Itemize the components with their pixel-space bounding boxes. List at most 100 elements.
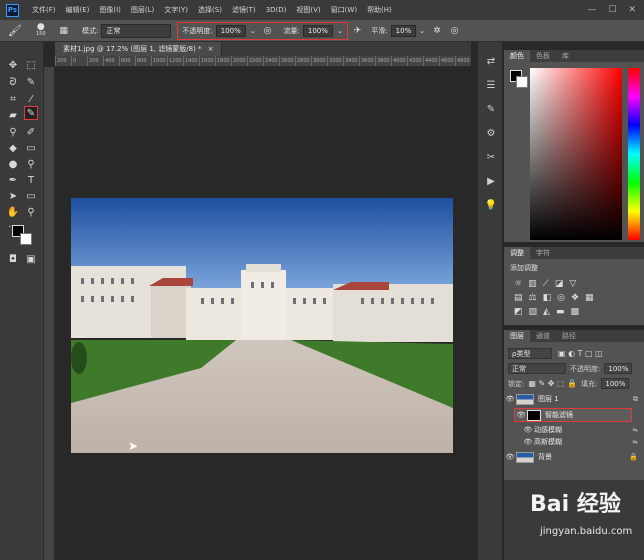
menu-type[interactable]: 文字(Y) [159,5,193,15]
tool-presets-icon[interactable]: ✂ [484,150,498,164]
tab-swatches[interactable]: 色板 [530,50,556,62]
gradient-map-icon[interactable]: ▬ [556,307,565,317]
gear-icon[interactable]: ✲ [433,26,441,36]
tab-paths[interactable]: 路径 [556,330,582,342]
pen-tool-icon[interactable]: ✒ [6,173,20,187]
eyedropper-tool-icon[interactable]: ⁄ [24,92,38,106]
menu-window[interactable]: 窗口(W) [326,5,362,15]
rectangle-tool-icon[interactable]: ▭ [24,189,38,203]
history-panel-icon[interactable]: ⇄ [484,54,498,68]
brush-settings-icon[interactable]: ▦ [60,26,69,36]
lasso-tool-icon[interactable]: ᘐ [6,75,20,89]
posterize-icon[interactable]: ▨ [529,307,538,317]
quick-mask-icon[interactable]: ◘ [6,252,20,266]
selective-color-icon[interactable]: ▩ [570,307,579,317]
black-white-icon[interactable]: ◧ [543,293,552,303]
screen-mode-icon[interactable]: ▣ [24,252,38,266]
eye-icon[interactable]: 👁 [504,395,516,403]
history-brush-tool-icon[interactable]: ✐ [24,125,38,139]
maximize-icon[interactable]: ☐ [608,5,616,15]
layer-filter-icons[interactable]: ▣ ◐ T ▢ ◫ [558,349,603,358]
layers-opacity-field[interactable]: 100% [604,363,633,374]
close-tab-icon[interactable]: × [208,45,214,53]
layer-row[interactable]: 👁 智能滤镜 [514,408,632,422]
invert-icon[interactable]: ◩ [514,307,523,317]
filter-options-icon[interactable]: ≒ [632,426,644,434]
airbrush-icon[interactable]: ✈ [354,26,362,36]
levels-icon[interactable]: ▥ [528,279,537,289]
layer-row[interactable]: 👁 图层 1 ⧉ [504,392,644,406]
chevron-down-icon[interactable]: ⌄ [250,27,256,35]
color-balance-icon[interactable]: ⚖ [529,293,537,303]
brightness-icon[interactable]: ☼ [514,279,522,289]
channel-mixer-icon[interactable]: ❖ [571,293,579,303]
blur-tool-icon[interactable]: ● [6,157,20,171]
clone-source-icon[interactable]: ⚙ [484,126,498,140]
layer-row[interactable]: 👁 高斯模糊 ≒ [522,435,644,449]
brush-panel-icon[interactable]: ✎ [484,102,498,116]
curves-icon[interactable]: ⟋ [543,279,549,289]
tab-channels[interactable]: 通道 [530,330,556,342]
menu-filter[interactable]: 滤镜(T) [227,5,261,15]
photo-filter-icon[interactable]: ◎ [557,293,565,303]
hue-slider[interactable] [628,68,640,240]
mode-select[interactable]: 正常 [101,23,172,38]
zoom-tool-icon[interactable]: ⚲ [24,205,38,219]
exposure-icon[interactable]: ◪ [555,279,564,289]
tab-library[interactable]: 库 [556,50,575,62]
menu-file[interactable]: 文件(F) [27,5,61,15]
type-tool-icon[interactable]: T [24,173,38,187]
menu-layer[interactable]: 图层(L) [126,5,159,15]
opacity-field[interactable]: 100% [215,24,246,37]
actions-play-icon[interactable]: ▶ [484,174,498,188]
menu-view[interactable]: 视图(V) [291,5,325,15]
healing-brush-tool-icon[interactable]: ▰ [6,108,20,122]
tab-character[interactable]: 字符 [530,247,556,259]
flow-field[interactable]: 100% [302,24,333,37]
brush-tool-icon[interactable]: ✎ [24,106,38,120]
layer-row[interactable]: 👁 背景 🔒 [504,450,644,464]
flow-chevron-icon[interactable]: ⌄ [337,27,343,35]
eraser-tool-icon[interactable]: ◆ [6,141,20,155]
quick-select-tool-icon[interactable]: ✎ [24,75,38,89]
eye-icon[interactable]: 👁 [522,426,534,434]
pressure-opacity-icon[interactable]: ◎ [264,26,272,36]
menu-image[interactable]: 图像(I) [94,5,126,15]
background-color-swatch[interactable] [20,233,32,245]
eye-icon[interactable]: 👁 [515,411,527,419]
brush-tool-icon[interactable]: 🖌 [8,24,22,37]
tab-adjustments[interactable]: 调整 [504,247,530,259]
tab-color[interactable]: 颜色 [504,50,530,62]
path-select-tool-icon[interactable]: ➤ [6,189,20,203]
eye-icon[interactable]: 👁 [504,453,516,461]
color-lookup-icon[interactable]: ▦ [585,293,594,303]
hand-tool-icon[interactable]: ✋ [6,205,20,219]
hue-saturation-icon[interactable]: ▤ [514,293,523,303]
menu-edit[interactable]: 编辑(E) [61,5,95,15]
layer-filter-kind-select[interactable]: ρ类型 [508,348,552,359]
minimize-icon[interactable]: — [587,5,596,15]
color-picker-field[interactable] [530,68,622,240]
clone-stamp-tool-icon[interactable]: ⚲ [6,125,20,139]
canvas-area[interactable]: ➤ [55,67,471,560]
document-tab[interactable]: 素材1.jpg @ 17.2% (图层 1, 滤镜蒙版/8) * × [55,42,223,56]
menu-select[interactable]: 选择(S) [193,5,227,15]
dodge-tool-icon[interactable]: ⚲ [24,157,38,171]
lock-icons[interactable]: ▦ ✎ ✥ ⬚ 🔒 [528,379,577,388]
smoothing-field[interactable]: 10% [390,24,417,37]
pressure-size-icon[interactable]: ◎ [451,26,459,36]
gradient-tool-icon[interactable]: ▭ [24,141,38,155]
threshold-icon[interactable]: ◭ [543,307,550,317]
properties-panel-icon[interactable]: ☰ [484,78,498,92]
menu-3d[interactable]: 3D(D) [261,6,292,14]
close-icon[interactable]: ✕ [628,5,636,15]
vibrance-icon[interactable]: ▽ [569,279,576,289]
blend-mode-select[interactable]: 正常 [508,363,566,374]
filter-options-icon[interactable]: ≒ [632,438,644,446]
info-bulb-icon[interactable]: 💡 [484,198,498,212]
smoothing-chevron-icon[interactable]: ⌄ [419,27,425,35]
menu-help[interactable]: 帮助(H) [362,5,397,15]
color-bg-swatch[interactable] [516,76,528,88]
tab-layers[interactable]: 图层 [504,330,530,342]
crop-tool-icon[interactable]: ⌗ [6,92,20,106]
